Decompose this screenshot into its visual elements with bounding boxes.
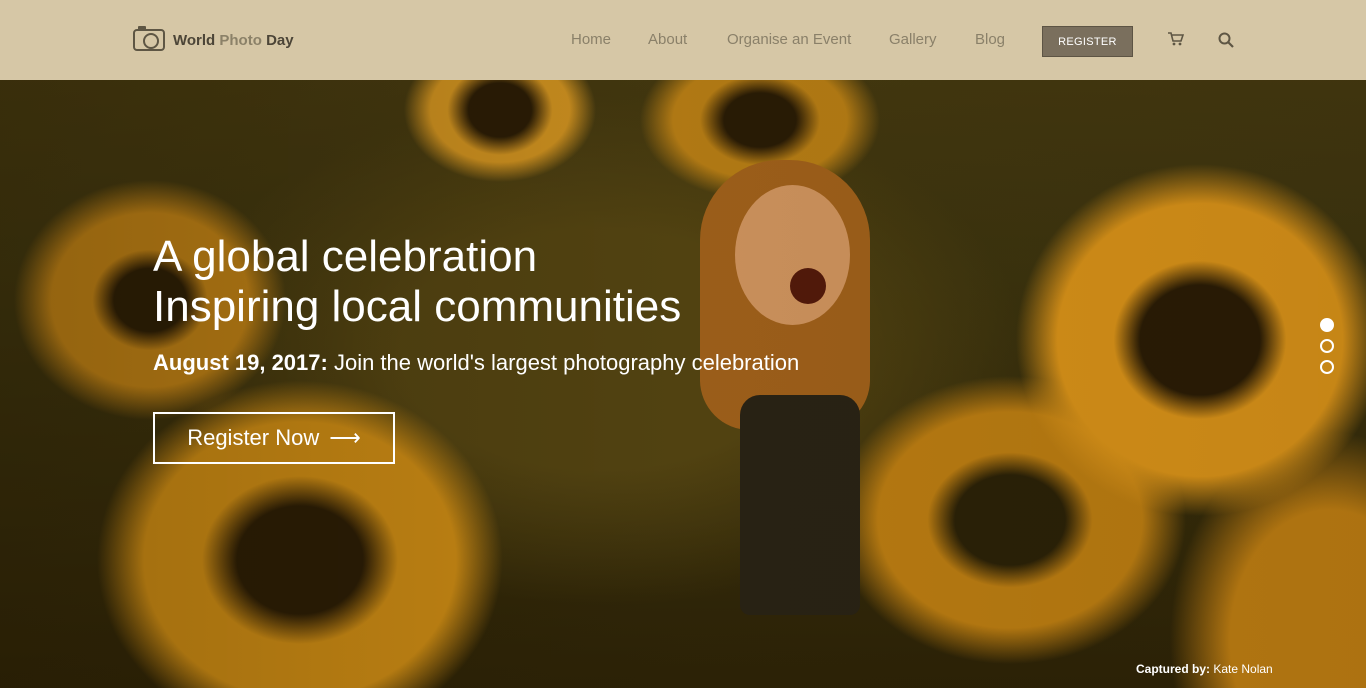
photo-credit: Captured by: Kate Nolan (1136, 662, 1273, 676)
arrow-right-icon: ⟶ (329, 425, 361, 450)
hero-overlay (0, 0, 1366, 688)
headline-line-2: Inspiring local communities (153, 282, 682, 331)
tagline-text: Join the world's largest photography cel… (327, 350, 800, 375)
cart-icon[interactable] (1168, 32, 1184, 46)
slide-dot-2[interactable] (1320, 339, 1334, 353)
credit-label: Captured by: (1136, 662, 1211, 676)
nav-item-home[interactable]: Home (571, 31, 611, 48)
hero-background-image (0, 0, 1366, 688)
event-date: August 19, 2017: (153, 350, 328, 375)
slide-dot-3[interactable] (1320, 360, 1334, 374)
register-now-button[interactable]: Register Now ⟶ (153, 412, 395, 464)
logo-text: World Photo Day (173, 31, 294, 49)
hero-tagline: August 19, 2017: Join the world's larges… (153, 350, 799, 376)
nav-item-organise-event[interactable]: Organise an Event (727, 31, 851, 48)
nav-item-gallery[interactable]: Gallery (889, 31, 937, 48)
credit-name: Kate Nolan (1213, 662, 1273, 676)
camera-icon (133, 26, 165, 51)
site-header: World Photo Day Home About Organise an E… (0, 0, 1366, 80)
nav-item-about[interactable]: About (648, 31, 687, 48)
register-now-label: Register Now (187, 425, 320, 450)
headline-line-1: A global celebration (153, 232, 538, 281)
search-icon[interactable] (1218, 32, 1234, 48)
hero-headline: A global celebration Inspiring local com… (153, 232, 681, 332)
site-logo[interactable]: World Photo Day (133, 26, 294, 54)
nav-item-blog[interactable]: Blog (975, 31, 1005, 48)
register-button[interactable]: REGISTER (1042, 26, 1133, 57)
slide-dot-1[interactable] (1320, 318, 1334, 332)
